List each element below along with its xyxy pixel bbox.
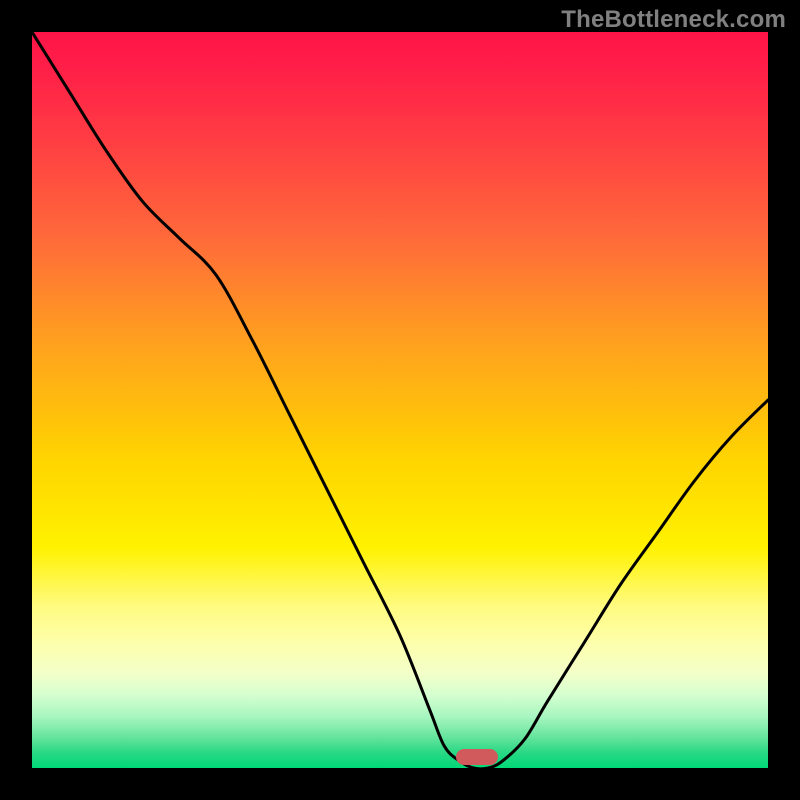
chart-frame: TheBottleneck.com bbox=[0, 0, 800, 800]
watermark-text: TheBottleneck.com bbox=[561, 6, 786, 34]
plot-area bbox=[32, 32, 768, 768]
optimal-marker bbox=[456, 749, 498, 765]
curve-path bbox=[32, 32, 768, 768]
bottleneck-curve bbox=[32, 32, 768, 768]
